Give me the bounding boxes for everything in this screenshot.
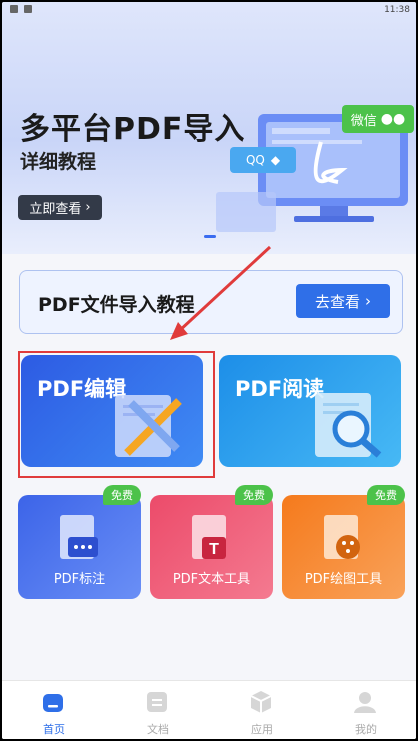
qq-icon: ◆ <box>270 153 281 167</box>
import-tutorial-label: PDF文件导入教程 <box>38 294 195 316</box>
document-icon <box>147 692 167 712</box>
highlight-box <box>18 351 215 478</box>
magnifier-icon <box>315 393 382 458</box>
tab-home[interactable]: 首页 <box>2 681 106 739</box>
cube-icon <box>250 691 272 713</box>
user-icon <box>354 692 376 713</box>
annotate-icon <box>60 515 98 559</box>
chevron-right-icon: › <box>365 292 371 310</box>
text-tool-icon: T <box>192 515 226 559</box>
free-badge: 免费 <box>103 485 141 505</box>
tab-documents[interactable]: 文档 <box>106 681 210 739</box>
wechat-label: 微信 <box>350 113 377 129</box>
palette-icon <box>324 515 360 559</box>
tab-apps[interactable]: 应用 <box>210 681 314 739</box>
go-view-button-label: 去查看 <box>314 292 360 311</box>
hero-subtitle: 详细教程 <box>20 151 97 173</box>
pdf-text-tool-label: PDF文本工具 <box>172 572 251 587</box>
tab-documents-label: 文档 <box>147 723 169 736</box>
qq-bubble: QQ ◆ <box>230 147 296 173</box>
tab-apps-label: 应用 <box>251 723 273 736</box>
wechat-bubble: 微信 ●● <box>342 105 414 133</box>
hero-title: 多平台PDF导入 <box>20 112 246 147</box>
hero-view-button-label: 立即查看 <box>29 202 82 217</box>
bottom-tab-bar: 首页 文档 应用 我的 <box>2 680 416 739</box>
home-icon <box>43 694 63 712</box>
svg-text:T: T <box>209 541 219 558</box>
hero-banner[interactable]: 11:38 多平台PDF导入 详细教程 立即查看 › 微信 ●● QQ ◆ <box>2 2 416 254</box>
app-screen: 11:38 多平台PDF导入 详细教程 立即查看 › 微信 ●● QQ ◆ PD… <box>2 2 416 739</box>
pdf-draw-tool[interactable]: 免费 PDF绘图工具 <box>282 485 405 599</box>
go-view-button[interactable]: 去查看 › <box>296 284 390 318</box>
free-badge: 免费 <box>367 485 405 505</box>
tab-home-label: 首页 <box>43 723 65 736</box>
hero-view-button[interactable]: 立即查看 › <box>18 195 102 220</box>
qq-label: QQ <box>245 153 265 167</box>
tab-profile-label: 我的 <box>355 723 377 736</box>
pdf-draw-tool-label: PDF绘图工具 <box>304 572 383 587</box>
free-badge: 免费 <box>235 485 273 505</box>
chevron-right-icon: › <box>85 200 91 215</box>
import-tutorial-panel[interactable]: PDF文件导入教程 去查看 › <box>19 270 403 334</box>
pdf-annotate-label: PDF标注 <box>53 572 106 587</box>
status-bar: 11:38 <box>2 2 416 20</box>
wechat-icon: ●● <box>380 111 406 127</box>
tab-profile[interactable]: 我的 <box>314 681 416 739</box>
pdf-read-card[interactable]: PDF阅读 <box>219 355 401 467</box>
carousel-indicator <box>204 235 216 238</box>
status-time: 11:38 <box>384 5 410 15</box>
pdf-text-tool[interactable]: 免费 T PDF文本工具 <box>150 485 273 599</box>
pdf-annotate-tool[interactable]: 免费 PDF标注 <box>18 485 141 599</box>
